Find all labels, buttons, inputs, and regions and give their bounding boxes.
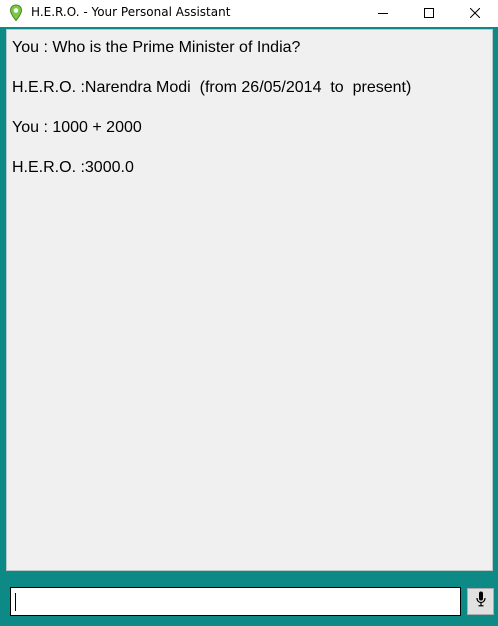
app-window: H.E.R.O. - Your Personal Assistant You :… xyxy=(0,0,498,626)
microphone-icon xyxy=(475,591,486,612)
title-bar[interactable]: H.E.R.O. - Your Personal Assistant xyxy=(0,0,498,27)
minimize-button[interactable] xyxy=(360,0,406,27)
chat-log[interactable]: You : Who is the Prime Minister of India… xyxy=(6,29,493,571)
maximize-icon xyxy=(424,5,434,23)
microphone-button[interactable] xyxy=(467,588,494,615)
close-icon xyxy=(469,5,481,23)
text-caret xyxy=(15,593,16,611)
chat-message-assistant: H.E.R.O. :3000.0 xyxy=(12,159,134,176)
close-button[interactable] xyxy=(452,0,498,27)
maximize-button[interactable] xyxy=(406,0,452,27)
chat-message-user: You : Who is the Prime Minister of India… xyxy=(12,39,301,56)
minimize-icon xyxy=(378,5,388,23)
chat-message-assistant: H.E.R.O. :Narendra Modi (from 26/05/2014… xyxy=(12,79,412,96)
location-pin-icon xyxy=(9,4,23,22)
message-input[interactable] xyxy=(10,587,461,616)
window-title: H.E.R.O. - Your Personal Assistant xyxy=(31,5,231,19)
chat-message-user: You : 1000 + 2000 xyxy=(12,119,142,136)
